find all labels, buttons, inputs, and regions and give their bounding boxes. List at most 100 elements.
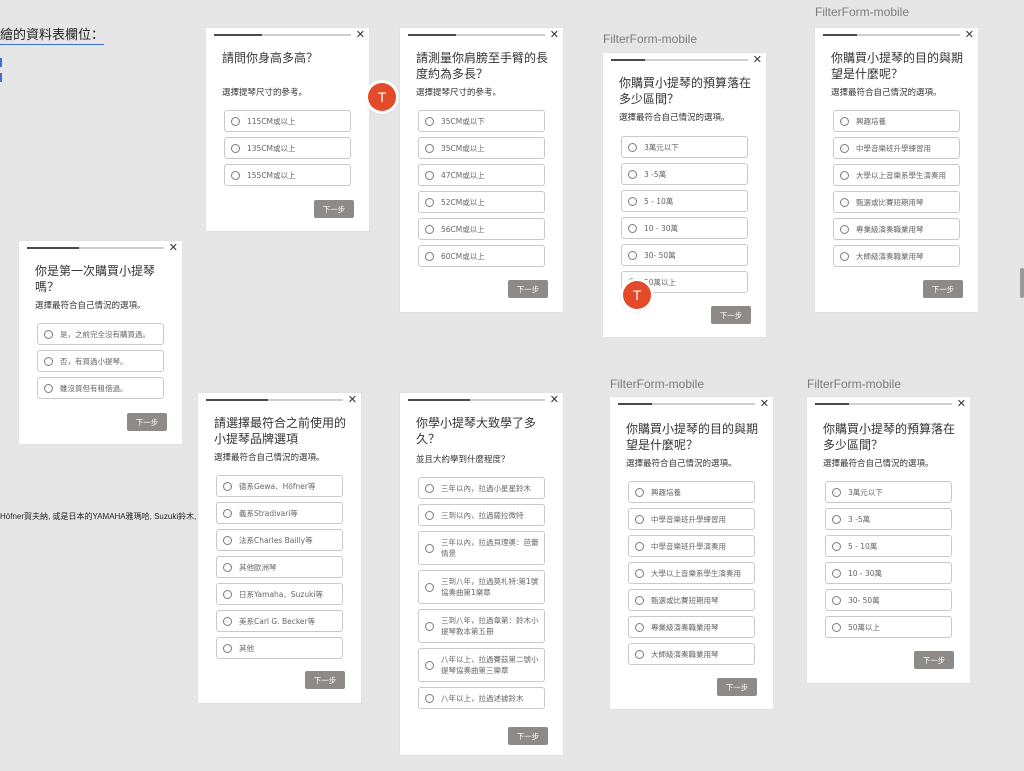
option-3[interactable]: 大學以上音樂系學生演奏用 (833, 164, 960, 186)
option-5[interactable]: 日系Yamaha、Suzuki等 (216, 583, 343, 605)
option-2[interactable]: 135CM或以上 (224, 137, 351, 159)
option-6[interactable]: 大師級演奏職業用琴 (833, 245, 960, 267)
radio-icon[interactable] (425, 510, 434, 520)
radio-icon[interactable] (840, 251, 849, 261)
radio-icon[interactable] (223, 508, 232, 518)
close-icon[interactable]: ✕ (550, 394, 559, 405)
option-1[interactable]: 興趣培養 (628, 481, 755, 503)
next-button[interactable]: 下一步 (914, 651, 954, 669)
option-3[interactable]: 155CM或以上 (224, 164, 351, 186)
radio-icon[interactable] (635, 514, 644, 524)
collaborator-avatar[interactable]: T (368, 83, 396, 111)
collaborator-avatar[interactable]: T (623, 281, 651, 309)
radio-icon[interactable] (832, 568, 841, 578)
close-icon[interactable]: ✕ (965, 29, 974, 40)
radio-icon[interactable] (223, 562, 232, 572)
option-2[interactable]: 否，有買過小提琴。 (37, 350, 164, 372)
radio-icon[interactable] (231, 116, 240, 126)
close-icon[interactable]: ✕ (356, 29, 365, 40)
option-2[interactable]: 義系Stradivari等 (216, 502, 343, 524)
option-4[interactable]: 10 - 30萬 (825, 562, 952, 584)
next-button[interactable]: 下一步 (923, 280, 963, 298)
frame-label[interactable]: FilterForm-mobile (610, 377, 704, 391)
close-icon[interactable]: ✕ (760, 398, 769, 409)
option-5[interactable]: 專業級演奏職業用琴 (833, 218, 960, 240)
close-icon[interactable]: ✕ (957, 398, 966, 409)
radio-icon[interactable] (44, 383, 53, 393)
radio-icon[interactable] (425, 582, 434, 592)
scrollbar[interactable] (1020, 268, 1024, 298)
radio-icon[interactable] (840, 116, 849, 126)
option-5[interactable]: 30- 50萬 (621, 244, 748, 266)
option-3[interactable]: 三年以內，拉過貝理奧：芭蕾情景 (418, 531, 545, 565)
next-button[interactable]: 下一步 (508, 280, 548, 298)
option-6[interactable]: 專業級演奏職業用琴 (628, 616, 755, 638)
option-2[interactable]: 三到以內，拉過薩拉微特 (418, 504, 545, 526)
option-2[interactable]: 中學音樂班升學練習用 (628, 508, 755, 530)
radio-icon[interactable] (832, 622, 841, 632)
radio-icon[interactable] (425, 483, 434, 493)
option-4[interactable]: 52CM或以上 (418, 191, 545, 213)
next-button[interactable]: 下一步 (717, 678, 757, 696)
option-3[interactable]: 47CM或以上 (418, 164, 545, 186)
radio-icon[interactable] (425, 224, 434, 234)
option-2[interactable]: 3 -5萬 (621, 163, 748, 185)
option-7[interactable]: 八年以上，拉過述據鈴木 (418, 687, 545, 709)
radio-icon[interactable] (832, 514, 841, 524)
close-icon[interactable]: ✕ (753, 54, 762, 65)
radio-icon[interactable] (628, 142, 637, 152)
link-marker[interactable] (0, 73, 2, 82)
close-icon[interactable]: ✕ (169, 242, 178, 253)
frame-label[interactable]: FilterForm-mobile (603, 32, 697, 46)
radio-icon[interactable] (832, 487, 841, 497)
next-button[interactable]: 下一步 (314, 200, 354, 218)
option-3[interactable]: 中學音樂班升學演奏用 (628, 535, 755, 557)
radio-icon[interactable] (425, 251, 434, 261)
option-1[interactable]: 3萬元以下 (825, 481, 952, 503)
radio-icon[interactable] (628, 250, 637, 260)
radio-icon[interactable] (840, 170, 849, 180)
close-icon[interactable]: ✕ (348, 394, 357, 405)
option-7[interactable]: 其他 (216, 637, 343, 659)
radio-icon[interactable] (425, 170, 434, 180)
option-4[interactable]: 其他歐洲琴 (216, 556, 343, 578)
radio-icon[interactable] (223, 616, 232, 626)
radio-icon[interactable] (840, 143, 849, 153)
radio-icon[interactable] (425, 116, 434, 126)
next-button[interactable]: 下一步 (508, 727, 548, 745)
option-6[interactable]: 50萬以上 (825, 616, 952, 638)
option-6[interactable]: 60CM或以上 (418, 245, 545, 267)
radio-icon[interactable] (635, 595, 644, 605)
option-2[interactable]: 35CM或以上 (418, 137, 545, 159)
option-3[interactable]: 5 - 10萬 (825, 535, 952, 557)
option-7[interactable]: 大師級演奏職業用琴 (628, 643, 755, 665)
option-1[interactable]: 115CM或以上 (224, 110, 351, 132)
radio-icon[interactable] (635, 622, 644, 632)
next-button[interactable]: 下一步 (711, 306, 751, 324)
radio-icon[interactable] (44, 329, 53, 339)
option-4[interactable]: 三到八年，拉過莫札特:第1號協奏曲第1樂章 (418, 570, 545, 604)
radio-icon[interactable] (840, 197, 849, 207)
radio-icon[interactable] (628, 223, 637, 233)
option-5[interactable]: 30- 50萬 (825, 589, 952, 611)
link-marker[interactable] (0, 58, 2, 67)
option-1[interactable]: 德系Gewa、Höfner等 (216, 475, 343, 497)
radio-icon[interactable] (231, 170, 240, 180)
radio-icon[interactable] (425, 621, 434, 631)
option-3[interactable]: 5 - 10萬 (621, 190, 748, 212)
radio-icon[interactable] (425, 143, 434, 153)
radio-icon[interactable] (425, 543, 434, 553)
radio-icon[interactable] (832, 541, 841, 551)
option-3[interactable]: 雖沒買但有租借過。 (37, 377, 164, 399)
option-5[interactable]: 三到八年，拉過韋第：鈴木小提琴教本第五冊 (418, 609, 545, 643)
frame-label[interactable]: FilterForm-mobile (815, 5, 909, 19)
radio-icon[interactable] (425, 197, 434, 207)
option-4[interactable]: 大學以上音樂系學生演奏用 (628, 562, 755, 584)
option-3[interactable]: 法系Charles Bailly等 (216, 529, 343, 551)
radio-icon[interactable] (635, 649, 644, 659)
option-4[interactable]: 甄選或比賽短期用琴 (833, 191, 960, 213)
option-5[interactable]: 甄選或比賽短期用琴 (628, 589, 755, 611)
close-icon[interactable]: ✕ (550, 29, 559, 40)
radio-icon[interactable] (425, 660, 434, 670)
radio-icon[interactable] (425, 693, 434, 703)
